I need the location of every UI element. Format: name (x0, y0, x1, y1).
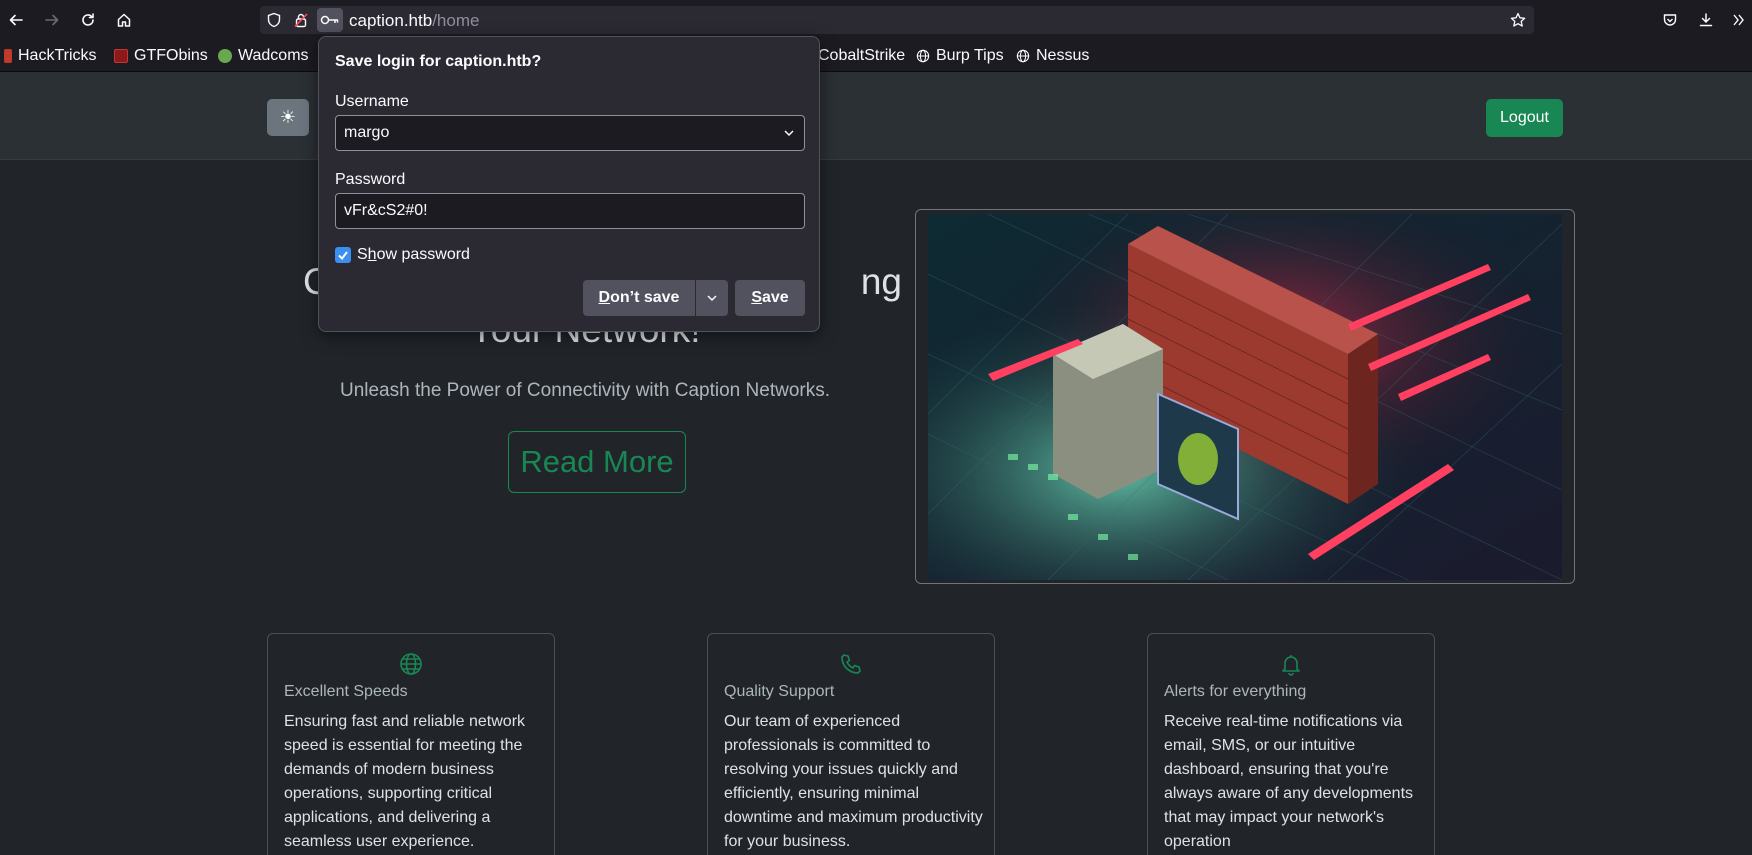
card-title: Quality Support (724, 683, 835, 700)
back-arrow-icon (9, 14, 23, 26)
globe-icon (1016, 49, 1030, 63)
url-bar[interactable]: caption.htb/home (260, 6, 1534, 34)
url-path: /home (432, 11, 480, 30)
browser-toolbar: caption.htb/home (0, 0, 1752, 40)
password-value: vFr&cS2#0! (344, 202, 428, 219)
password-label: Password (335, 171, 406, 188)
forward-button[interactable] (40, 8, 64, 32)
bell-icon (1282, 655, 1300, 676)
chevron-down-icon[interactable] (782, 126, 796, 140)
bookmark-label: Wadcoms (238, 47, 309, 64)
phone-icon (841, 654, 861, 674)
bookmark-hacktricks[interactable]: HackTricks (4, 46, 97, 66)
pocket-icon (1663, 14, 1677, 26)
card-text: Receive real-time notifications via emai… (1164, 713, 1414, 850)
hacktricks-icon (4, 49, 12, 63)
username-label: Username (335, 93, 409, 110)
firewall-illustration (928, 214, 1562, 580)
username-field[interactable]: margo (335, 115, 805, 151)
overflow-button[interactable] (1726, 8, 1750, 32)
card-text: Ensuring fast and reliable network speed… (284, 713, 526, 850)
show-password-checkbox[interactable] (335, 247, 351, 263)
bookmark-label: CobaltStrike (818, 47, 906, 64)
read-more-button[interactable]: Read More (508, 431, 686, 493)
card-title: Alerts for everything (1164, 683, 1307, 700)
hero-image-frame (915, 209, 1575, 584)
bookmark-burp-tips[interactable]: Burp Tips (916, 46, 1004, 66)
bookmark-wadcoms[interactable]: Wadcoms (218, 46, 309, 66)
download-icon (1699, 13, 1713, 27)
show-password-row[interactable]: Show password (335, 246, 470, 264)
globe-icon (916, 49, 930, 63)
key-icon (320, 15, 339, 25)
password-field[interactable]: vFr&cS2#0! (335, 193, 805, 229)
dont-save-button[interactable]: Don’t save (583, 280, 695, 316)
hero-title-end: ng (860, 261, 902, 302)
pocket-button[interactable] (1658, 8, 1682, 32)
reload-button[interactable] (76, 8, 100, 32)
bookmark-label: HackTricks (18, 47, 97, 64)
save-button[interactable]: Save (735, 280, 805, 316)
saved-login-key-button[interactable] (317, 8, 343, 32)
sun-icon: ☀ (279, 107, 297, 128)
bookmarks-toolbar: HackTricks GTFObins Wadcoms CobaltStrike… (0, 40, 1752, 72)
card-excellent-speeds: Excellent Speeds Ensuring fast and relia… (267, 633, 555, 855)
bookmark-nessus[interactable]: Nessus (1016, 46, 1089, 66)
gtfobins-icon (114, 49, 128, 63)
home-button[interactable] (112, 8, 136, 32)
username-value: margo (344, 124, 390, 141)
reload-icon (82, 13, 94, 26)
card-quality-support: Quality Support Our team of experienced … (707, 633, 995, 855)
checkmark-icon (338, 251, 348, 261)
show-password-label: Show password (357, 246, 470, 263)
home-icon (117, 13, 131, 27)
logout-button[interactable]: Logout (1486, 99, 1563, 137)
bookmark-gtfobins[interactable]: GTFObins (114, 46, 208, 66)
wadcoms-icon (218, 49, 232, 63)
dont-save-menu-button[interactable] (696, 280, 728, 316)
back-button[interactable] (4, 8, 28, 32)
url-text[interactable]: caption.htb/home (349, 11, 479, 31)
chevron-down-icon (707, 295, 717, 302)
bookmark-cobaltstrike[interactable]: CobaltStrike (818, 46, 905, 66)
bookmark-label: GTFObins (134, 47, 208, 64)
bookmark-label: Burp Tips (936, 47, 1004, 64)
downloads-button[interactable] (1694, 8, 1718, 32)
chevron-right-icon (1733, 14, 1744, 26)
globe-icon (400, 653, 422, 675)
card-title: Excellent Speeds (284, 683, 408, 700)
insecure-lock-icon[interactable] (293, 12, 309, 28)
forward-arrow-icon (45, 14, 59, 26)
bookmark-label: Nessus (1036, 47, 1090, 64)
hero-subtitle: Unleash the Power of Connectivity with C… (339, 380, 830, 401)
site-navbar: ☀ Logout (0, 72, 1752, 160)
url-host: caption.htb (349, 11, 433, 30)
save-login-popup: Save login for caption.htb? Username mar… (318, 36, 820, 332)
card-alerts: Alerts for everything Receive real-time … (1147, 633, 1435, 855)
card-text: Our team of experienced professionals is… (724, 713, 983, 850)
dont-save-split-button: Don’t save (583, 280, 728, 316)
shield-icon[interactable] (266, 12, 282, 28)
popup-title: Save login for caption.htb? (335, 53, 542, 70)
theme-toggle-button[interactable]: ☀ (267, 99, 309, 136)
bookmark-star-icon[interactable] (1510, 12, 1526, 28)
